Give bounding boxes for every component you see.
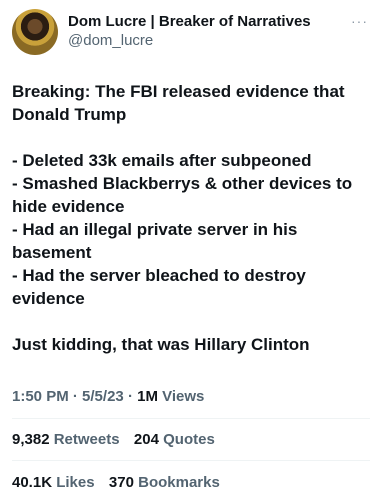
- divider: [12, 460, 370, 461]
- quotes-label: Quotes: [163, 431, 215, 448]
- tweet-line: - Smashed Blackberrys & other devices to: [12, 174, 353, 193]
- tweet-line: - Had an illegal private server in his: [12, 220, 298, 239]
- quotes-count: 204: [133, 431, 159, 448]
- tweet-line: hide evidence: [12, 197, 125, 216]
- tweet-text: Breaking: The FBI released evidence that…: [12, 80, 372, 356]
- tweet-line: - Deleted 33k emails after subpeoned: [12, 151, 312, 170]
- tweet-header: Dom Lucre | Breaker of Narratives @dom_l…: [12, 9, 372, 57]
- stats-row-1: 9,382 Retweets 204 Quotes: [12, 431, 215, 448]
- likes-stat[interactable]: 40.1K Likes: [12, 474, 99, 491]
- bookmarks-stat[interactable]: 370 Bookmarks: [109, 474, 220, 491]
- tweet-line: Donald Trump: [12, 105, 127, 124]
- author-handle[interactable]: @dom_lucre: [68, 31, 311, 50]
- tweet-meta: 1:50 PM · 5/5/23 · 1M Views: [12, 388, 205, 405]
- tweet-line: basement: [12, 243, 92, 262]
- tweet-date[interactable]: 5/5/23: [82, 388, 124, 405]
- divider: [12, 418, 370, 419]
- tweet-line: Just kidding, that was Hillary Clinton: [12, 335, 310, 354]
- retweets-label: Retweets: [53, 431, 120, 448]
- tweet-time[interactable]: 1:50 PM: [12, 388, 69, 405]
- bookmarks-label: Bookmarks: [138, 474, 220, 491]
- more-options-icon[interactable]: ···: [351, 13, 368, 29]
- author-block[interactable]: Dom Lucre | Breaker of Narratives @dom_l…: [68, 12, 311, 50]
- retweets-stat[interactable]: 9,382 Retweets: [12, 431, 124, 448]
- tweet-line: Breaking: The FBI released evidence that: [12, 82, 345, 101]
- bookmarks-count: 370: [108, 474, 134, 491]
- likes-count: 40.1K: [12, 474, 53, 491]
- author-display-name[interactable]: Dom Lucre | Breaker of Narratives: [68, 12, 311, 31]
- views-count: 1M: [137, 388, 158, 405]
- stats-row-2: 40.1K Likes 370 Bookmarks: [12, 474, 220, 491]
- avatar[interactable]: [12, 9, 58, 55]
- tweet-line: - Had the server bleached to destroy: [12, 266, 306, 285]
- retweets-count: 9,382: [12, 431, 50, 448]
- quotes-stat[interactable]: 204 Quotes: [134, 431, 215, 448]
- views-label: Views: [162, 388, 205, 405]
- tweet-line: evidence: [12, 289, 85, 308]
- likes-label: Likes: [56, 474, 95, 491]
- tweet: Dom Lucre | Breaker of Narratives @dom_l…: [0, 0, 382, 500]
